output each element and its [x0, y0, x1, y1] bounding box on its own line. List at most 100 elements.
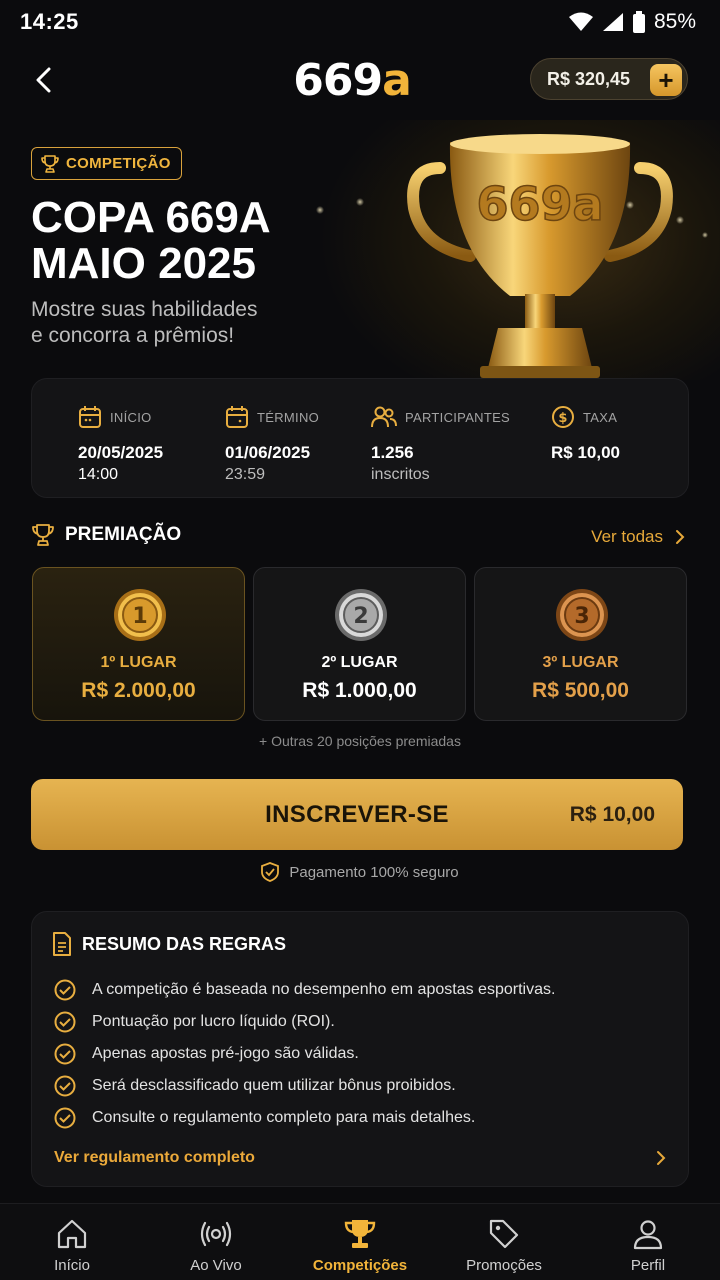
nav-home[interactable]: Início	[0, 1204, 144, 1280]
tag-icon	[489, 1219, 519, 1249]
nav-profile[interactable]: Perfil	[576, 1204, 720, 1280]
nav-label: Ao Vivo	[190, 1257, 242, 1274]
status-bar: 14:25 85%	[0, 0, 720, 44]
status-time: 14:25	[20, 9, 79, 34]
prize-value: R$ 500,00	[532, 679, 629, 702]
calendar-icon	[226, 406, 248, 428]
bottom-navigation: Início Ao Vivo Competições Promoções Per…	[0, 1203, 720, 1280]
info-end: TÉRMINO 01/06/2025 23:59	[225, 403, 319, 484]
rule-item: Consulte o regulamento completo para mai…	[54, 1102, 555, 1134]
logo-accent-text: a	[382, 54, 412, 106]
logo-main-text: 669	[293, 54, 383, 106]
wifi-icon	[568, 12, 593, 31]
title-line-2: MAIO 2025	[31, 239, 256, 288]
coin-icon: $	[552, 406, 574, 428]
rules-list: A competição é baseada no desempenho em …	[54, 974, 555, 1134]
battery-icon	[632, 11, 645, 33]
info-participants-count: 1.256	[371, 443, 414, 462]
live-icon	[200, 1221, 232, 1247]
full-regulation-link[interactable]: Ver regulamento completo	[54, 1146, 666, 1170]
subtitle-line-2: e concorra a prêmios!	[31, 324, 235, 347]
info-fee: $ TAXA R$ 10,00	[551, 403, 620, 463]
status-icons: 85%	[568, 10, 696, 34]
info-fee-value: R$ 10,00	[551, 443, 620, 462]
chevron-left-icon	[36, 67, 51, 93]
shield-check-icon	[261, 862, 280, 882]
nav-label: Promoções	[466, 1257, 542, 1274]
trophy-icon	[32, 524, 54, 546]
rule-item: Será desclassificado quem utilizar bônus…	[54, 1070, 555, 1102]
nav-label: Início	[54, 1257, 90, 1274]
info-participants: PARTICIPANTES 1.256 inscritos	[371, 403, 510, 484]
chevron-right-icon	[657, 1151, 666, 1165]
check-circle-icon	[54, 1043, 76, 1065]
add-funds-button[interactable]: +	[650, 64, 682, 96]
medal-number: 3	[574, 604, 589, 629]
info-participants-label: PARTICIPANTES	[405, 409, 511, 425]
info-start-label: INÍCIO	[110, 409, 152, 425]
document-icon	[53, 932, 71, 956]
user-icon	[633, 1220, 663, 1250]
info-start: INÍCIO 20/05/2025 14:00	[78, 403, 163, 484]
info-start-date: 20/05/2025	[78, 443, 164, 462]
info-start-time: 14:00	[78, 466, 119, 483]
info-end-time: 23:59	[225, 466, 266, 483]
silver-medal-icon: 2	[335, 589, 387, 641]
svg-text:$: $	[558, 411, 567, 426]
prize-position: 2º LUGAR	[321, 654, 398, 671]
nav-live[interactable]: Ao Vivo	[144, 1204, 288, 1280]
prizes-title: PREMIAÇÃO	[65, 524, 182, 545]
prize-card-3[interactable]: 3 3º LUGAR R$ 500,00	[474, 567, 687, 721]
rule-text: Apenas apostas pré-jogo são válidas.	[92, 1045, 359, 1062]
prizes-header: PREMIAÇÃO Ver todas	[31, 522, 689, 554]
users-icon	[371, 406, 397, 428]
signal-icon	[602, 13, 623, 31]
trophy-icon	[41, 154, 59, 173]
full-regulation-label: Ver regulamento completo	[54, 1149, 255, 1166]
balance-amount: R$ 320,45	[547, 68, 631, 89]
info-end-label: TÉRMINO	[257, 409, 320, 425]
hero-subtitle: Mostre suas habilidades e concorra a prê…	[31, 297, 311, 349]
competition-info-card: INÍCIO 20/05/2025 14:00 TÉRMINO 01/06/20…	[31, 378, 689, 498]
brand-logo[interactable]: 669 a	[278, 55, 426, 106]
secure-payment-note: Pagamento 100% seguro	[0, 862, 720, 882]
nav-promotions[interactable]: Promoções	[432, 1204, 576, 1280]
medal-number: 1	[132, 604, 147, 629]
chevron-right-icon	[676, 530, 685, 544]
prize-card-1[interactable]: 1 1º LUGAR R$ 2.000,00	[32, 567, 245, 721]
competition-badge: COMPETIÇÃO	[31, 147, 182, 180]
check-circle-icon	[54, 1107, 76, 1129]
other-prizes-note: + Outras 20 posições premiadas	[259, 733, 461, 749]
info-participants-sub: inscritos	[371, 466, 430, 483]
rule-text: A competição é baseada no desempenho em …	[92, 981, 556, 998]
rules-title: RESUMO DAS REGRAS	[82, 933, 287, 954]
subtitle-line-1: Mostre suas habilidades	[31, 298, 258, 321]
balance-pill[interactable]: R$ 320,45 +	[530, 58, 688, 100]
rule-text: Consulte o regulamento completo para mai…	[92, 1109, 476, 1126]
trophy-engraving: 669a	[476, 177, 603, 231]
nav-competitions[interactable]: Competições	[288, 1204, 432, 1280]
subscribe-price: R$ 10,00	[569, 802, 655, 826]
check-circle-icon	[54, 1011, 76, 1033]
rule-item: A competição é baseada no desempenho em …	[54, 974, 555, 1006]
badge-label: COMPETIÇÃO	[66, 155, 171, 172]
prize-position: 3º LUGAR	[542, 654, 619, 671]
info-fee-label: TAXA	[583, 409, 618, 425]
battery-percent: 85%	[653, 10, 696, 33]
prize-card-2[interactable]: 2 2º LUGAR R$ 1.000,00	[253, 567, 466, 721]
page-title: COPA 669A MAIO 2025	[31, 195, 361, 287]
see-all-prizes-link[interactable]: Ver todas	[591, 527, 685, 547]
app-header: 669 a R$ 320,45 +	[0, 50, 720, 110]
prize-value: R$ 1.000,00	[302, 679, 417, 702]
trophy-icon	[344, 1220, 376, 1248]
subscribe-button[interactable]: INSCREVER-SE R$ 10,00	[31, 779, 683, 850]
nav-label: Competições	[312, 1257, 408, 1274]
title-line-1: COPA 669A	[31, 193, 271, 242]
rule-item: Pontuação por lucro líquido (ROI).	[54, 1006, 555, 1038]
rule-text: Será desclassificado quem utilizar bônus…	[92, 1077, 456, 1094]
back-button[interactable]	[26, 62, 62, 98]
check-circle-icon	[54, 979, 76, 1001]
see-all-label: Ver todas	[591, 527, 663, 546]
prize-position: 1º LUGAR	[100, 654, 177, 671]
rule-text: Pontuação por lucro líquido (ROI).	[92, 1013, 335, 1030]
